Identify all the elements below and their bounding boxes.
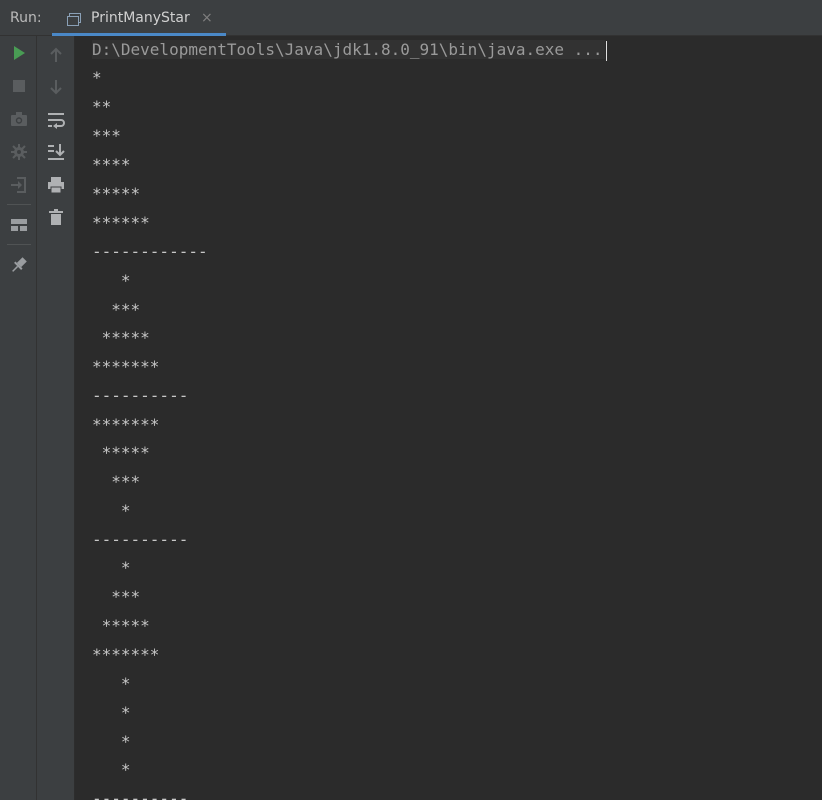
scroll-to-end-icon[interactable]	[45, 141, 67, 163]
toolbar-divider	[7, 244, 31, 245]
tab-title: PrintManyStar	[91, 10, 190, 26]
console-line: *****	[92, 184, 141, 203]
console-line: ------------	[92, 242, 208, 261]
pin-icon[interactable]	[8, 254, 30, 276]
console-line: *****	[92, 616, 150, 635]
tab-printmanystar[interactable]: PrintManyStar ×	[52, 0, 226, 36]
console-line: *	[92, 558, 131, 577]
down-arrow-icon[interactable]	[45, 76, 67, 98]
exit-icon[interactable]	[8, 174, 30, 196]
console-line: *******	[92, 645, 160, 664]
console-line: *	[92, 501, 131, 520]
run-label: Run:	[10, 10, 42, 26]
soft-wrap-icon[interactable]	[45, 109, 67, 131]
console-line: **	[92, 97, 112, 116]
console-line: *******	[92, 415, 160, 434]
console-line: *	[92, 703, 131, 722]
console-line: *	[92, 271, 131, 290]
console-command-line: D:\DevelopmentTools\Java\jdk1.8.0_91\bin…	[92, 38, 607, 62]
console-icon	[67, 11, 81, 26]
console-line: ----------	[92, 789, 189, 800]
console-line: ******	[92, 213, 150, 232]
console-output[interactable]: D:\DevelopmentTools\Java\jdk1.8.0_91\bin…	[76, 36, 822, 800]
settings-bug-icon[interactable]	[8, 141, 30, 163]
up-arrow-icon[interactable]	[45, 44, 67, 66]
layout-icon[interactable]	[8, 214, 30, 236]
text-caret	[605, 40, 607, 61]
console-line: ****	[92, 155, 131, 174]
java-command: D:\DevelopmentTools\Java\jdk1.8.0_91\bin…	[92, 40, 605, 59]
console-line: *******	[92, 357, 160, 376]
console-line: *****	[92, 328, 150, 347]
rerun-icon[interactable]	[8, 42, 30, 64]
run-tool-window-header: Run: PrintManyStar ×	[0, 0, 822, 36]
console-line: ***	[92, 472, 141, 491]
console-line: ----------	[92, 386, 189, 405]
close-icon[interactable]: ×	[201, 10, 213, 26]
console-line: *****	[92, 443, 150, 462]
console-line: *	[92, 674, 131, 693]
console-line: ***	[92, 587, 141, 606]
console-line: *	[92, 68, 102, 87]
camera-icon[interactable]	[8, 108, 30, 130]
console-line: ----------	[92, 530, 189, 549]
console-line: ***	[92, 300, 141, 319]
print-icon[interactable]	[45, 174, 67, 196]
toolbar-divider	[7, 204, 31, 205]
console-line: *	[92, 760, 131, 779]
stop-icon[interactable]	[8, 75, 30, 97]
run-toolbar-left	[0, 36, 37, 800]
console-line: ***	[92, 126, 121, 145]
console-line: *	[92, 732, 131, 751]
run-toolbar-right	[37, 36, 75, 800]
trash-icon[interactable]	[45, 206, 67, 228]
